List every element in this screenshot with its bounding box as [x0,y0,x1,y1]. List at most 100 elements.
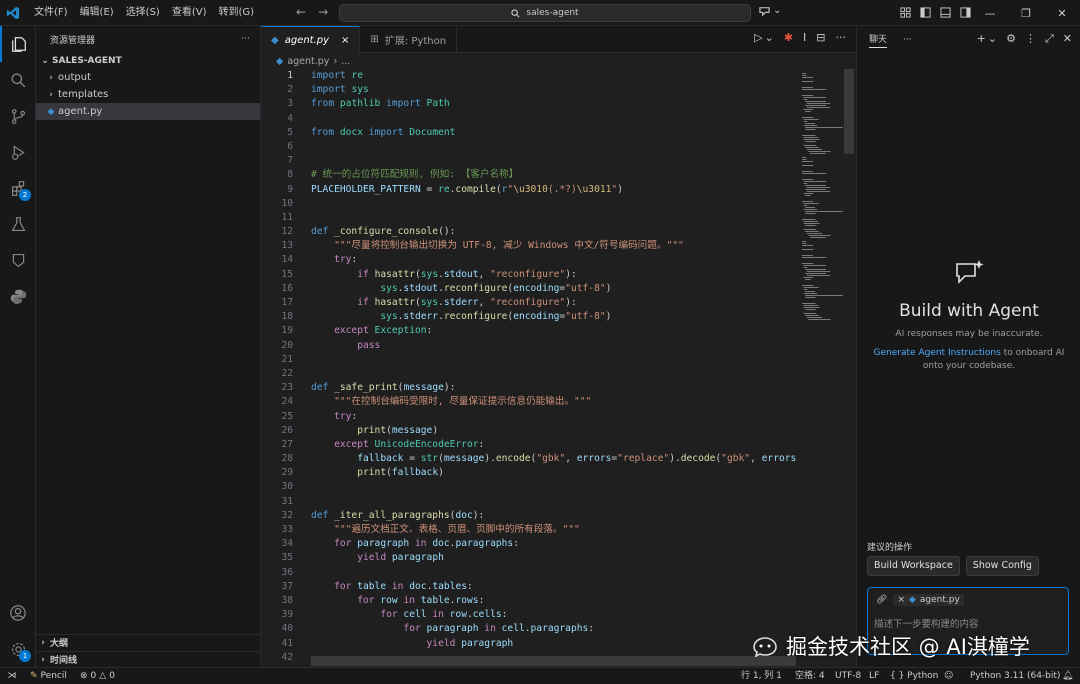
code-line[interactable]: 24 """在控制台编码受限时, 尽量保证提示信息仍能输出。""" [261,395,796,409]
command-center-search[interactable]: sales-agent [339,4,751,22]
chevron-down-icon[interactable]: ⌄ [765,31,774,44]
tab-python-extension[interactable]: ⊞ 扩展: Python [360,26,458,53]
forward-arrow-icon[interactable]: → [318,5,328,19]
new-chat-icon[interactable]: + [977,32,986,46]
close-icon[interactable]: ✕ [1044,0,1080,26]
code-line[interactable]: 41 yield paragraph [261,637,796,651]
code-line[interactable]: 9 PLACEHOLDER_PATTERN = re.compile(r"\u30… [261,183,796,197]
code-line[interactable]: 7 [261,154,796,168]
code-line[interactable]: 27 except UnicodeEncodeError: [261,438,796,452]
build-workspace-button[interactable]: Build Workspace [867,556,960,576]
menu-go[interactable]: 转到(G) [213,0,261,26]
code-line[interactable]: 15 if hasattr(sys.stdout, "reconfigure")… [261,268,796,282]
settings-gear-icon[interactable]: 1 [0,631,36,667]
show-config-button[interactable]: Show Config [965,556,1039,576]
chat-settings-gear-icon[interactable]: ⚙ [1006,32,1016,46]
tab-agent-py[interactable]: ◆ agent.py × [261,26,361,53]
code-line[interactable]: 30 [261,480,796,494]
explorer-icon[interactable] [0,26,36,62]
code-line[interactable]: 14 try: [261,253,796,267]
more-actions-icon[interactable]: ··· [836,31,847,44]
code-line[interactable]: 40 for paragraph in cell.paragraphs: [261,622,796,636]
code-line[interactable]: 23 def _safe_print(message): [261,381,796,395]
code-line[interactable]: 31 [261,495,796,509]
tree-item-agent-py[interactable]: ◆ agent.py [36,103,260,120]
attached-file-chip[interactable]: × ◆ agent.py [893,594,964,606]
search-icon[interactable] [0,62,36,98]
close-icon[interactable]: × [341,35,349,46]
extensions-icon[interactable]: 2 [0,170,36,206]
code-line[interactable]: 35 yield paragraph [261,551,796,565]
menu-edit[interactable]: 编辑(E) [74,0,120,26]
close-icon[interactable]: ✕ [1063,32,1072,46]
accounts-icon[interactable] [0,595,36,631]
code-line[interactable]: 2 import sys [261,83,796,97]
workspace-root[interactable]: ⌄ SALES-AGENT [36,52,260,69]
generate-instructions-link[interactable]: Generate Agent Instructions [874,348,1001,358]
code-line[interactable]: 33 """遍历文档正文、表格、页眉、页脚中的所有段落。""" [261,523,796,537]
chevron-down-icon[interactable]: ⌄ [988,32,997,46]
horizontal-scrollbar[interactable] [311,656,796,666]
minimap[interactable] [796,69,856,667]
chat-title[interactable]: 聊天 [869,32,888,48]
maximize-icon[interactable]: ⤢ [1045,32,1054,46]
code-line[interactable]: 25 try: [261,410,796,424]
menu-selection[interactable]: 选择(S) [120,0,166,26]
code-line[interactable]: 17 if hasattr(sys.stderr, "reconfigure")… [261,296,796,310]
run-debug-icon[interactable] [0,134,36,170]
code-line[interactable]: 10 [261,197,796,211]
chat-more-button[interactable]: ··· [903,35,912,45]
paperclip-icon[interactable]: 🔗︎ [876,595,887,605]
source-control-icon[interactable] [0,98,36,134]
timeline-section[interactable]: › 时间线 [36,651,261,667]
split-editor-icon[interactable]: ⊟ [816,31,825,44]
remote-explorer-icon[interactable] [0,242,36,278]
code-line[interactable]: 29 print(fallback) [261,466,796,480]
breadcrumb-file[interactable]: agent.py [287,56,329,67]
copilot-sparkle-icon[interactable]: ✱ [784,31,793,44]
code-line[interactable]: 19 except Exception: [261,324,796,338]
code-line[interactable]: 39 for cell in row.cells: [261,608,796,622]
tree-item-output[interactable]: › output [36,69,260,86]
minimize-icon[interactable]: — [972,0,1008,26]
toggle-secondary-sidebar-icon[interactable] [958,4,972,21]
code-line[interactable]: 8 # 统一的占位符匹配规则, 例如: 【客户名称】 [261,168,796,182]
code-line[interactable]: 4 [261,112,796,126]
minimap-slider[interactable] [844,69,854,154]
code-line[interactable]: 1 import re [261,69,796,83]
code-line[interactable]: 21 [261,353,796,367]
menu-file[interactable]: 文件(F) [28,0,74,26]
menu-view[interactable]: 查看(V) [166,0,213,26]
cursor-text-icon[interactable]: I [803,31,806,44]
remote-indicator-icon[interactable]: ⋊ [0,668,24,684]
code-line[interactable]: 20 pass [261,339,796,353]
testing-flask-icon[interactable] [0,206,36,242]
toggle-panel-icon[interactable] [938,4,952,21]
remove-attachment-icon[interactable]: × [897,595,905,605]
customize-layout-icon[interactable] [898,4,912,21]
code-line[interactable]: 37 for table in doc.tables: [261,580,796,594]
code-line[interactable]: 34 for paragraph in doc.paragraphs: [261,537,796,551]
back-arrow-icon[interactable]: ← [296,5,306,19]
code-line[interactable]: 32 def _iter_all_paragraphs(doc): [261,509,796,523]
code-line[interactable]: 22 [261,367,796,381]
explorer-more-button[interactable]: ··· [241,34,250,44]
outline-section[interactable]: › 大纲 [36,634,261,650]
code-line[interactable]: 13 """尽量将控制台输出切换为 UTF-8, 减少 Windows 中文/符… [261,239,796,253]
code-line[interactable]: 12 def _configure_console(): [261,225,796,239]
code-editor[interactable]: 1 import re 2 import sys 3 from pathlib impor… [261,69,796,667]
copilot-chat-button[interactable]: ⌄ [758,5,781,16]
pencil-status[interactable]: ✎ Pencil [30,668,67,684]
restore-icon[interactable]: ❐ [1008,0,1044,26]
python-icon[interactable] [0,278,36,314]
run-python-icon[interactable]: ▷ [754,31,762,44]
breadcrumb-symbol[interactable]: ... [341,56,350,67]
code-line[interactable]: 3 from pathlib import Path [261,97,796,111]
code-line[interactable]: 11 [261,211,796,225]
code-line[interactable]: 5 from docx import Document [261,126,796,140]
code-line[interactable]: 38 for row in table.rows: [261,594,796,608]
code-line[interactable]: 6 [261,140,796,154]
code-line[interactable]: 36 [261,566,796,580]
code-line[interactable]: 16 sys.stdout.reconfigure(encoding="utf-… [261,282,796,296]
tree-item-templates[interactable]: › templates [36,86,260,103]
